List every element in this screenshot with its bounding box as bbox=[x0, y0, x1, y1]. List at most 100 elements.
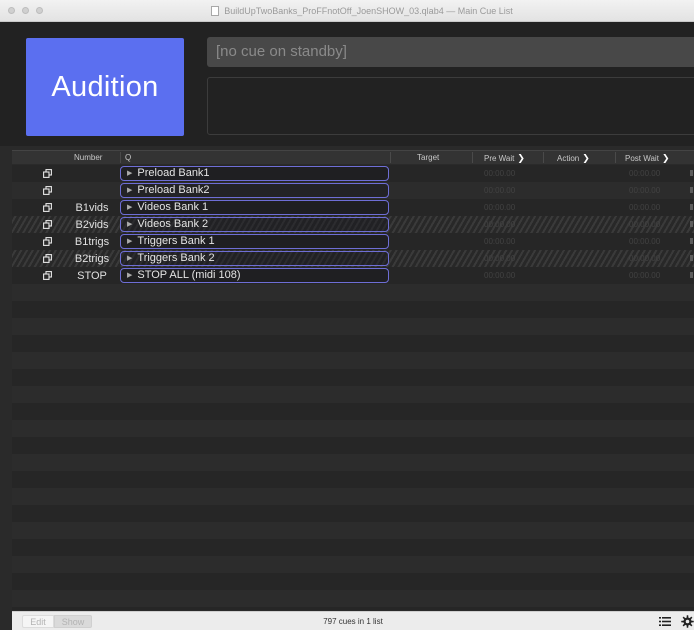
continue-mode-marker bbox=[690, 187, 693, 193]
continue-mode-marker bbox=[690, 255, 693, 261]
status-bar: Edit Show 797 cues in 1 list bbox=[12, 611, 694, 630]
disclosure-triangle-icon[interactable]: ▶ bbox=[127, 204, 132, 211]
post-wait-value[interactable]: 00:00.00 bbox=[629, 220, 660, 229]
empty-row bbox=[12, 454, 694, 471]
continue-mode-marker bbox=[690, 221, 693, 227]
empty-row bbox=[12, 590, 694, 607]
cue-name-text: Preload Bank1 bbox=[137, 167, 210, 179]
cue-count: 797 cues in 1 list bbox=[323, 617, 383, 626]
disclosure-triangle-icon[interactable]: ▶ bbox=[127, 170, 132, 177]
gear-icon[interactable] bbox=[681, 615, 694, 628]
list-icon[interactable] bbox=[659, 616, 671, 627]
chevron-right-icon[interactable]: ❯ bbox=[582, 153, 590, 164]
cue-row[interactable]: ▶ Preload Bank2 00:00.00 00:00.00 bbox=[12, 182, 694, 199]
cue-row[interactable]: B1vids ▶ Videos Bank 1 00:00.00 00:00.00 bbox=[12, 199, 694, 216]
post-wait-value[interactable]: 00:00.00 bbox=[629, 203, 660, 212]
post-wait-value[interactable]: 00:00.00 bbox=[629, 271, 660, 280]
cue-name[interactable]: ▶ Videos Bank 1 bbox=[120, 200, 389, 215]
cue-name-text: Preload Bank2 bbox=[137, 184, 210, 196]
empty-row bbox=[12, 505, 694, 522]
disclosure-triangle-icon[interactable]: ▶ bbox=[127, 272, 132, 279]
column-pre-wait[interactable]: Pre Wait ❯ bbox=[484, 153, 525, 164]
cue-name-text: Triggers Bank 2 bbox=[137, 252, 215, 264]
go-button[interactable]: Audition bbox=[26, 38, 184, 136]
cue-number[interactable]: B1vids bbox=[67, 202, 117, 214]
empty-row bbox=[12, 488, 694, 505]
pre-wait-value[interactable]: 00:00.00 bbox=[484, 220, 515, 229]
empty-row bbox=[12, 539, 694, 556]
group-cue-icon bbox=[43, 186, 52, 195]
group-cue-icon bbox=[43, 220, 52, 229]
post-wait-value[interactable]: 00:00.00 bbox=[629, 169, 660, 178]
group-cue-icon bbox=[43, 254, 52, 263]
cue-row[interactable]: ▶ Preload Bank1 00:00.00 00:00.00 bbox=[12, 165, 694, 182]
empty-row bbox=[12, 556, 694, 573]
group-cue-icon bbox=[43, 169, 52, 178]
cue-row[interactable]: B2trigs ▶ Triggers Bank 2 00:00.00 00:00.00 bbox=[12, 250, 694, 267]
pre-wait-value[interactable]: 00:00.00 bbox=[484, 254, 515, 263]
cue-table-header: Number Q Target Pre Wait ❯ Action ❯ Post W… bbox=[12, 150, 694, 164]
column-number[interactable]: Number bbox=[74, 153, 102, 162]
cue-name[interactable]: ▶ Videos Bank 2 bbox=[120, 217, 389, 232]
cue-row[interactable]: STOP ▶ STOP ALL (midi 108) 00:00.00 00:00.00 bbox=[12, 267, 694, 284]
disclosure-triangle-icon[interactable]: ▶ bbox=[127, 221, 132, 228]
pre-wait-value[interactable]: 00:00.00 bbox=[484, 237, 515, 246]
pre-wait-value[interactable]: 00:00.00 bbox=[484, 271, 515, 280]
column-target[interactable]: Target bbox=[417, 153, 439, 162]
disclosure-triangle-icon[interactable]: ▶ bbox=[127, 187, 132, 194]
cue-name-text: Triggers Bank 1 bbox=[137, 235, 215, 247]
empty-row bbox=[12, 301, 694, 318]
cue-list[interactable]: ▶ Preload Bank1 00:00.00 00:00.00 ▶ Preload B… bbox=[12, 165, 694, 610]
cue-number[interactable]: STOP bbox=[67, 270, 117, 282]
cue-number[interactable]: B1trigs bbox=[67, 236, 117, 248]
empty-row bbox=[12, 335, 694, 352]
cue-name[interactable]: ▶ Triggers Bank 1 bbox=[120, 234, 389, 249]
cue-name-text: Videos Bank 1 bbox=[137, 201, 209, 213]
standby-cue-display[interactable]: [no cue on standby] bbox=[207, 37, 694, 67]
disclosure-triangle-icon[interactable]: ▶ bbox=[127, 238, 132, 245]
cue-name[interactable]: ▶ STOP ALL (midi 108) bbox=[120, 268, 389, 283]
cue-number[interactable]: B2trigs bbox=[67, 253, 117, 265]
empty-row bbox=[12, 522, 694, 539]
cue-name[interactable]: ▶ Preload Bank2 bbox=[120, 183, 389, 198]
document-icon bbox=[211, 6, 220, 16]
qlab-window: BuildUpTwoBanks_ProFFnotOff_JoenSHOW_03.… bbox=[0, 0, 694, 630]
group-cue-icon bbox=[43, 237, 52, 246]
column-q[interactable]: Q bbox=[125, 153, 131, 162]
group-cue-icon bbox=[43, 203, 52, 212]
continue-mode-marker bbox=[690, 272, 693, 278]
empty-row bbox=[12, 403, 694, 420]
column-pre-wait-label: Pre Wait bbox=[484, 154, 515, 163]
column-action[interactable]: Action ❯ bbox=[557, 153, 590, 164]
pre-wait-value[interactable]: 00:00.00 bbox=[484, 186, 515, 195]
cue-row[interactable]: B2vids ▶ Videos Bank 2 00:00.00 00:00.00 bbox=[12, 216, 694, 233]
cue-number[interactable]: B2vids bbox=[67, 219, 117, 231]
pre-wait-value[interactable]: 00:00.00 bbox=[484, 169, 515, 178]
empty-row bbox=[12, 352, 694, 369]
cue-row[interactable]: B1trigs ▶ Triggers Bank 1 00:00.00 00:00.00 bbox=[12, 233, 694, 250]
pre-wait-value[interactable]: 00:00.00 bbox=[484, 203, 515, 212]
cue-name-text: Videos Bank 2 bbox=[137, 218, 209, 230]
disclosure-triangle-icon[interactable]: ▶ bbox=[127, 255, 132, 262]
chevron-right-icon[interactable]: ❯ bbox=[662, 153, 670, 164]
post-wait-value[interactable]: 00:00.00 bbox=[629, 237, 660, 246]
group-cue-icon bbox=[43, 271, 52, 280]
empty-row bbox=[12, 420, 694, 437]
cue-name-text: STOP ALL (midi 108) bbox=[137, 269, 241, 281]
cue-notes-field[interactable] bbox=[207, 77, 694, 135]
empty-row bbox=[12, 386, 694, 403]
empty-row bbox=[12, 607, 694, 610]
post-wait-value[interactable]: 00:00.00 bbox=[629, 186, 660, 195]
cue-name[interactable]: ▶ Preload Bank1 bbox=[120, 166, 389, 181]
cue-name[interactable]: ▶ Triggers Bank 2 bbox=[120, 251, 389, 266]
continue-mode-marker bbox=[690, 238, 693, 244]
workspace-header: Audition [no cue on standby] bbox=[0, 22, 694, 146]
continue-mode-marker bbox=[690, 170, 693, 176]
empty-row bbox=[12, 318, 694, 335]
chevron-right-icon[interactable]: ❯ bbox=[517, 153, 525, 164]
empty-row bbox=[12, 284, 694, 301]
post-wait-value[interactable]: 00:00.00 bbox=[629, 254, 660, 263]
empty-row bbox=[12, 437, 694, 454]
title-bar: BuildUpTwoBanks_ProFFnotOff_JoenSHOW_03.… bbox=[0, 0, 694, 22]
column-post-wait[interactable]: Post Wait ❯ bbox=[625, 153, 669, 164]
